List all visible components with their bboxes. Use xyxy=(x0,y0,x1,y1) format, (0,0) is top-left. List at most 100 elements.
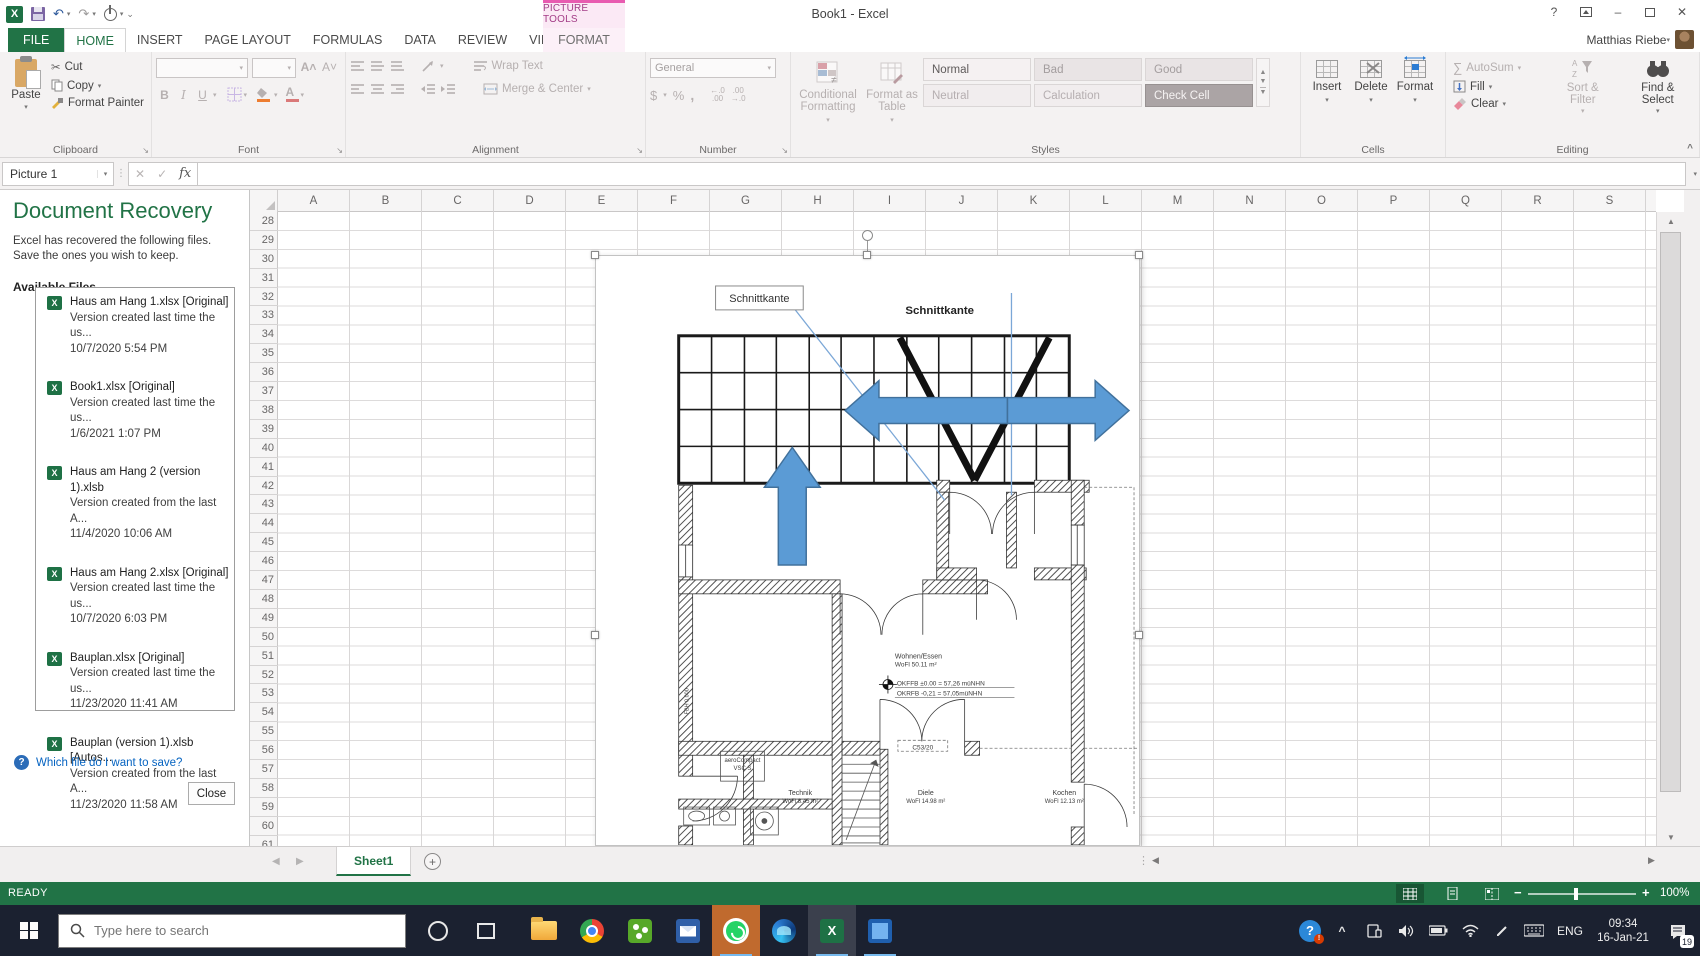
formula-input[interactable] xyxy=(198,162,1686,186)
row-header-49[interactable]: 49 xyxy=(250,609,278,628)
rotate-handle[interactable] xyxy=(862,230,873,241)
tab-formulas[interactable]: FORMULAS xyxy=(302,28,393,52)
tab-file[interactable]: FILE xyxy=(8,28,64,52)
font-dialog-launcher[interactable]: ↘ xyxy=(336,146,343,155)
row-header-52[interactable]: 52 xyxy=(250,666,278,685)
row-header-32[interactable]: 32 xyxy=(250,288,278,307)
font-color-icon[interactable]: A xyxy=(286,87,299,102)
decrease-font-icon[interactable]: A˅ xyxy=(321,58,338,75)
column-header-M[interactable]: M xyxy=(1142,190,1214,212)
language-indicator[interactable]: ENG xyxy=(1550,924,1590,938)
volume-button[interactable] xyxy=(1390,905,1422,956)
row-header-53[interactable]: 53 xyxy=(250,685,278,704)
zoom-slider[interactable] xyxy=(1528,893,1636,895)
decrease-indent-icon[interactable] xyxy=(421,83,436,95)
row-header-41[interactable]: 41 xyxy=(250,458,278,477)
paste-button[interactable]: Paste ▾ xyxy=(4,55,48,139)
recovery-close-button[interactable]: Close xyxy=(188,782,235,805)
vertical-scrollbar[interactable]: ▲ ▼ xyxy=(1656,212,1684,846)
column-header-I[interactable]: I xyxy=(854,190,926,212)
increase-indent-icon[interactable] xyxy=(441,83,456,95)
row-header-48[interactable]: 48 xyxy=(250,590,278,609)
format-cells-button[interactable]: Format▾ xyxy=(1393,55,1437,141)
row-header-60[interactable]: 60 xyxy=(250,817,278,836)
align-middle-icon[interactable] xyxy=(370,60,385,72)
restore-button[interactable] xyxy=(1636,2,1664,22)
column-header-J[interactable]: J xyxy=(926,190,998,212)
expand-formula-bar-icon[interactable]: ▾ xyxy=(1693,170,1697,178)
format-painter-button[interactable]: Format Painter xyxy=(48,96,147,110)
avatar[interactable] xyxy=(1675,30,1694,49)
row-header-54[interactable]: 54 xyxy=(250,703,278,722)
row-header-28[interactable]: 28 xyxy=(250,212,278,231)
style-good[interactable]: Good xyxy=(1145,58,1253,81)
close-button[interactable]: ✕ xyxy=(1668,2,1696,22)
resize-handle-top-left[interactable] xyxy=(591,251,599,259)
tab-data[interactable]: DATA xyxy=(393,28,446,52)
excel-taskbar-button[interactable]: X xyxy=(808,905,856,956)
resize-handle-top-right[interactable] xyxy=(1135,251,1143,259)
alignment-dialog-launcher[interactable]: ↘ xyxy=(636,146,643,155)
row-header-43[interactable]: 43 xyxy=(250,496,278,515)
column-header-N[interactable]: N xyxy=(1214,190,1286,212)
name-box[interactable]: Picture 1 ▾ xyxy=(2,162,114,186)
zoom-out-button[interactable]: − xyxy=(1514,885,1522,900)
orientation-icon[interactable] xyxy=(421,60,435,73)
style-gallery-scroll[interactable]: ▲▼▼ xyxy=(1256,58,1270,107)
insert-function-icon[interactable]: fx xyxy=(179,166,191,181)
tab-home[interactable]: HOME xyxy=(64,28,126,52)
row-header-44[interactable]: 44 xyxy=(250,514,278,533)
new-sheet-icon[interactable]: + xyxy=(424,853,441,870)
style-bad[interactable]: Bad xyxy=(1034,58,1142,81)
column-header-H[interactable]: H xyxy=(782,190,854,212)
recovery-help-link[interactable]: ? Which file do I want to save? xyxy=(14,755,182,770)
style-neutral[interactable]: Neutral xyxy=(923,84,1031,107)
sort-filter-button[interactable]: AZ Sort & Filter▾ xyxy=(1549,55,1616,141)
column-header-D[interactable]: D xyxy=(494,190,566,212)
battery-button[interactable] xyxy=(1422,905,1454,956)
font-name-select[interactable]: ▾ xyxy=(156,58,248,78)
floorplan-picture[interactable]: Schnittkante Schnittkante Wohnen/Essen W… xyxy=(595,255,1140,846)
column-header-K[interactable]: K xyxy=(998,190,1070,212)
tab-format[interactable]: FORMAT xyxy=(543,28,625,52)
comma-icon[interactable]: , xyxy=(690,87,694,103)
autosum-button[interactable]: ∑AutoSum▾ xyxy=(1450,59,1545,76)
row-header-33[interactable]: 33 xyxy=(250,307,278,326)
file-explorer-button[interactable] xyxy=(520,905,568,956)
row-header-40[interactable]: 40 xyxy=(250,439,278,458)
normal-view-button[interactable] xyxy=(1396,884,1424,903)
underline-button[interactable]: U xyxy=(194,86,211,103)
clear-button[interactable]: Clear▾ xyxy=(1450,97,1545,111)
increase-font-icon[interactable]: A˄ xyxy=(300,58,317,75)
column-header-G[interactable]: G xyxy=(710,190,782,212)
borders-icon[interactable] xyxy=(227,87,242,102)
column-header-B[interactable]: B xyxy=(350,190,422,212)
recovery-file-item[interactable]: XHaus am Hang 2.xlsx [Original]Version c… xyxy=(36,566,234,628)
zoom-level[interactable]: 100% xyxy=(1660,887,1689,899)
row-header-51[interactable]: 51 xyxy=(250,647,278,666)
style-normal[interactable]: Normal xyxy=(923,58,1031,81)
device-button[interactable] xyxy=(1358,905,1390,956)
row-header-45[interactable]: 45 xyxy=(250,533,278,552)
column-header-P[interactable]: P xyxy=(1358,190,1430,212)
column-header-E[interactable]: E xyxy=(566,190,638,212)
minimize-button[interactable]: – xyxy=(1604,2,1632,22)
notification-center-button[interactable]: 19 xyxy=(1656,905,1700,956)
collapse-ribbon-icon[interactable]: ^ xyxy=(1687,143,1693,154)
pen-button[interactable] xyxy=(1486,905,1518,956)
italic-button[interactable]: I xyxy=(175,86,192,103)
row-header-59[interactable]: 59 xyxy=(250,798,278,817)
row-header-55[interactable]: 55 xyxy=(250,722,278,741)
whatsapp-button[interactable] xyxy=(712,905,760,956)
align-right-icon[interactable] xyxy=(390,83,405,95)
row-header-34[interactable]: 34 xyxy=(250,325,278,344)
currency-icon[interactable]: $ xyxy=(650,88,657,103)
tab-insert[interactable]: INSERT xyxy=(126,28,194,52)
style-calculation[interactable]: Calculation xyxy=(1034,84,1142,107)
sheet-nav-next-icon[interactable]: ▶ xyxy=(296,856,304,867)
insert-cells-button[interactable]: Insert▾ xyxy=(1305,55,1349,141)
vertical-scroll-thumb[interactable] xyxy=(1660,232,1681,792)
fill-button[interactable]: Fill▾ xyxy=(1450,79,1545,94)
touch-keyboard-button[interactable] xyxy=(1518,905,1550,956)
recovery-file-item[interactable]: XHaus am Hang 2 (version 1).xlsbVersion … xyxy=(36,465,234,543)
